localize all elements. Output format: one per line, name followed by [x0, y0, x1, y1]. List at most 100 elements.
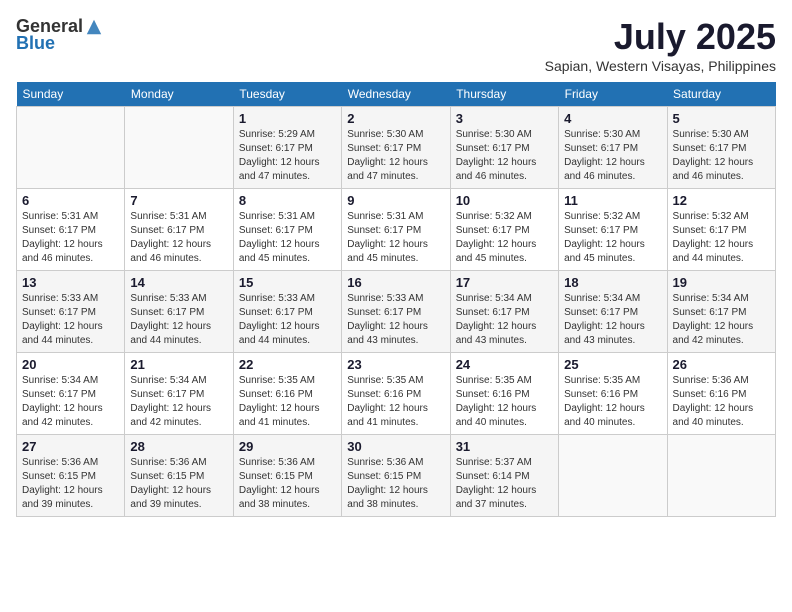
col-wednesday: Wednesday [342, 82, 450, 107]
day-number: 26 [673, 357, 770, 372]
table-row: 16 Sunrise: 5:33 AMSunset: 6:17 PMDaylig… [342, 271, 450, 353]
location-title: Sapian, Western Visayas, Philippines [545, 58, 776, 74]
col-sunday: Sunday [17, 82, 125, 107]
day-info: Sunrise: 5:31 AMSunset: 6:17 PMDaylight:… [347, 211, 428, 264]
day-info: Sunrise: 5:30 AMSunset: 6:17 PMDaylight:… [673, 129, 754, 182]
table-row [559, 435, 667, 517]
table-row: 25 Sunrise: 5:35 AMSunset: 6:16 PMDaylig… [559, 353, 667, 435]
day-number: 14 [130, 275, 227, 290]
col-thursday: Thursday [450, 82, 558, 107]
table-row: 20 Sunrise: 5:34 AMSunset: 6:17 PMDaylig… [17, 353, 125, 435]
day-info: Sunrise: 5:36 AMSunset: 6:15 PMDaylight:… [239, 457, 320, 510]
day-number: 16 [347, 275, 444, 290]
day-number: 31 [456, 439, 553, 454]
day-info: Sunrise: 5:32 AMSunset: 6:17 PMDaylight:… [673, 211, 754, 264]
logo-icon [85, 18, 103, 36]
table-row: 4 Sunrise: 5:30 AMSunset: 6:17 PMDayligh… [559, 107, 667, 189]
day-info: Sunrise: 5:34 AMSunset: 6:17 PMDaylight:… [456, 293, 537, 346]
month-title: July 2025 [545, 16, 776, 58]
col-tuesday: Tuesday [233, 82, 341, 107]
table-row [125, 107, 233, 189]
day-info: Sunrise: 5:34 AMSunset: 6:17 PMDaylight:… [564, 293, 645, 346]
table-row: 23 Sunrise: 5:35 AMSunset: 6:16 PMDaylig… [342, 353, 450, 435]
calendar-header-row: Sunday Monday Tuesday Wednesday Thursday… [17, 82, 776, 107]
day-number: 1 [239, 111, 336, 126]
table-row: 8 Sunrise: 5:31 AMSunset: 6:17 PMDayligh… [233, 189, 341, 271]
calendar-table: Sunday Monday Tuesday Wednesday Thursday… [16, 82, 776, 517]
day-info: Sunrise: 5:30 AMSunset: 6:17 PMDaylight:… [456, 129, 537, 182]
table-row [17, 107, 125, 189]
day-info: Sunrise: 5:34 AMSunset: 6:17 PMDaylight:… [673, 293, 754, 346]
table-row: 13 Sunrise: 5:33 AMSunset: 6:17 PMDaylig… [17, 271, 125, 353]
table-row [667, 435, 775, 517]
day-number: 25 [564, 357, 661, 372]
col-monday: Monday [125, 82, 233, 107]
table-row: 5 Sunrise: 5:30 AMSunset: 6:17 PMDayligh… [667, 107, 775, 189]
page-header: General Blue July 2025 Sapian, Western V… [16, 16, 776, 74]
day-number: 8 [239, 193, 336, 208]
table-row: 28 Sunrise: 5:36 AMSunset: 6:15 PMDaylig… [125, 435, 233, 517]
table-row: 9 Sunrise: 5:31 AMSunset: 6:17 PMDayligh… [342, 189, 450, 271]
day-number: 11 [564, 193, 661, 208]
table-row: 26 Sunrise: 5:36 AMSunset: 6:16 PMDaylig… [667, 353, 775, 435]
day-info: Sunrise: 5:30 AMSunset: 6:17 PMDaylight:… [347, 129, 428, 182]
day-info: Sunrise: 5:32 AMSunset: 6:17 PMDaylight:… [564, 211, 645, 264]
day-number: 19 [673, 275, 770, 290]
table-row: 30 Sunrise: 5:36 AMSunset: 6:15 PMDaylig… [342, 435, 450, 517]
calendar-week-row: 20 Sunrise: 5:34 AMSunset: 6:17 PMDaylig… [17, 353, 776, 435]
day-info: Sunrise: 5:35 AMSunset: 6:16 PMDaylight:… [239, 375, 320, 428]
table-row: 22 Sunrise: 5:35 AMSunset: 6:16 PMDaylig… [233, 353, 341, 435]
col-saturday: Saturday [667, 82, 775, 107]
table-row: 1 Sunrise: 5:29 AMSunset: 6:17 PMDayligh… [233, 107, 341, 189]
day-number: 15 [239, 275, 336, 290]
day-info: Sunrise: 5:31 AMSunset: 6:17 PMDaylight:… [130, 211, 211, 264]
day-number: 22 [239, 357, 336, 372]
table-row: 24 Sunrise: 5:35 AMSunset: 6:16 PMDaylig… [450, 353, 558, 435]
day-info: Sunrise: 5:33 AMSunset: 6:17 PMDaylight:… [22, 293, 103, 346]
day-info: Sunrise: 5:36 AMSunset: 6:15 PMDaylight:… [22, 457, 103, 510]
day-number: 28 [130, 439, 227, 454]
day-info: Sunrise: 5:35 AMSunset: 6:16 PMDaylight:… [347, 375, 428, 428]
day-number: 17 [456, 275, 553, 290]
day-info: Sunrise: 5:36 AMSunset: 6:15 PMDaylight:… [130, 457, 211, 510]
table-row: 19 Sunrise: 5:34 AMSunset: 6:17 PMDaylig… [667, 271, 775, 353]
day-info: Sunrise: 5:34 AMSunset: 6:17 PMDaylight:… [130, 375, 211, 428]
day-number: 20 [22, 357, 119, 372]
table-row: 15 Sunrise: 5:33 AMSunset: 6:17 PMDaylig… [233, 271, 341, 353]
day-info: Sunrise: 5:30 AMSunset: 6:17 PMDaylight:… [564, 129, 645, 182]
day-number: 18 [564, 275, 661, 290]
logo-blue: Blue [16, 33, 55, 54]
table-row: 10 Sunrise: 5:32 AMSunset: 6:17 PMDaylig… [450, 189, 558, 271]
table-row: 12 Sunrise: 5:32 AMSunset: 6:17 PMDaylig… [667, 189, 775, 271]
day-info: Sunrise: 5:33 AMSunset: 6:17 PMDaylight:… [239, 293, 320, 346]
day-number: 4 [564, 111, 661, 126]
day-info: Sunrise: 5:31 AMSunset: 6:17 PMDaylight:… [239, 211, 320, 264]
day-info: Sunrise: 5:36 AMSunset: 6:16 PMDaylight:… [673, 375, 754, 428]
day-number: 2 [347, 111, 444, 126]
day-info: Sunrise: 5:35 AMSunset: 6:16 PMDaylight:… [564, 375, 645, 428]
day-number: 3 [456, 111, 553, 126]
table-row: 21 Sunrise: 5:34 AMSunset: 6:17 PMDaylig… [125, 353, 233, 435]
calendar-week-row: 1 Sunrise: 5:29 AMSunset: 6:17 PMDayligh… [17, 107, 776, 189]
day-number: 9 [347, 193, 444, 208]
day-number: 24 [456, 357, 553, 372]
day-number: 10 [456, 193, 553, 208]
table-row: 18 Sunrise: 5:34 AMSunset: 6:17 PMDaylig… [559, 271, 667, 353]
day-number: 21 [130, 357, 227, 372]
day-info: Sunrise: 5:29 AMSunset: 6:17 PMDaylight:… [239, 129, 320, 182]
day-info: Sunrise: 5:37 AMSunset: 6:14 PMDaylight:… [456, 457, 537, 510]
table-row: 29 Sunrise: 5:36 AMSunset: 6:15 PMDaylig… [233, 435, 341, 517]
day-number: 6 [22, 193, 119, 208]
day-info: Sunrise: 5:33 AMSunset: 6:17 PMDaylight:… [347, 293, 428, 346]
day-number: 7 [130, 193, 227, 208]
day-info: Sunrise: 5:33 AMSunset: 6:17 PMDaylight:… [130, 293, 211, 346]
day-number: 12 [673, 193, 770, 208]
table-row: 27 Sunrise: 5:36 AMSunset: 6:15 PMDaylig… [17, 435, 125, 517]
day-number: 13 [22, 275, 119, 290]
day-number: 30 [347, 439, 444, 454]
table-row: 11 Sunrise: 5:32 AMSunset: 6:17 PMDaylig… [559, 189, 667, 271]
day-number: 29 [239, 439, 336, 454]
table-row: 17 Sunrise: 5:34 AMSunset: 6:17 PMDaylig… [450, 271, 558, 353]
calendar-week-row: 6 Sunrise: 5:31 AMSunset: 6:17 PMDayligh… [17, 189, 776, 271]
table-row: 3 Sunrise: 5:30 AMSunset: 6:17 PMDayligh… [450, 107, 558, 189]
